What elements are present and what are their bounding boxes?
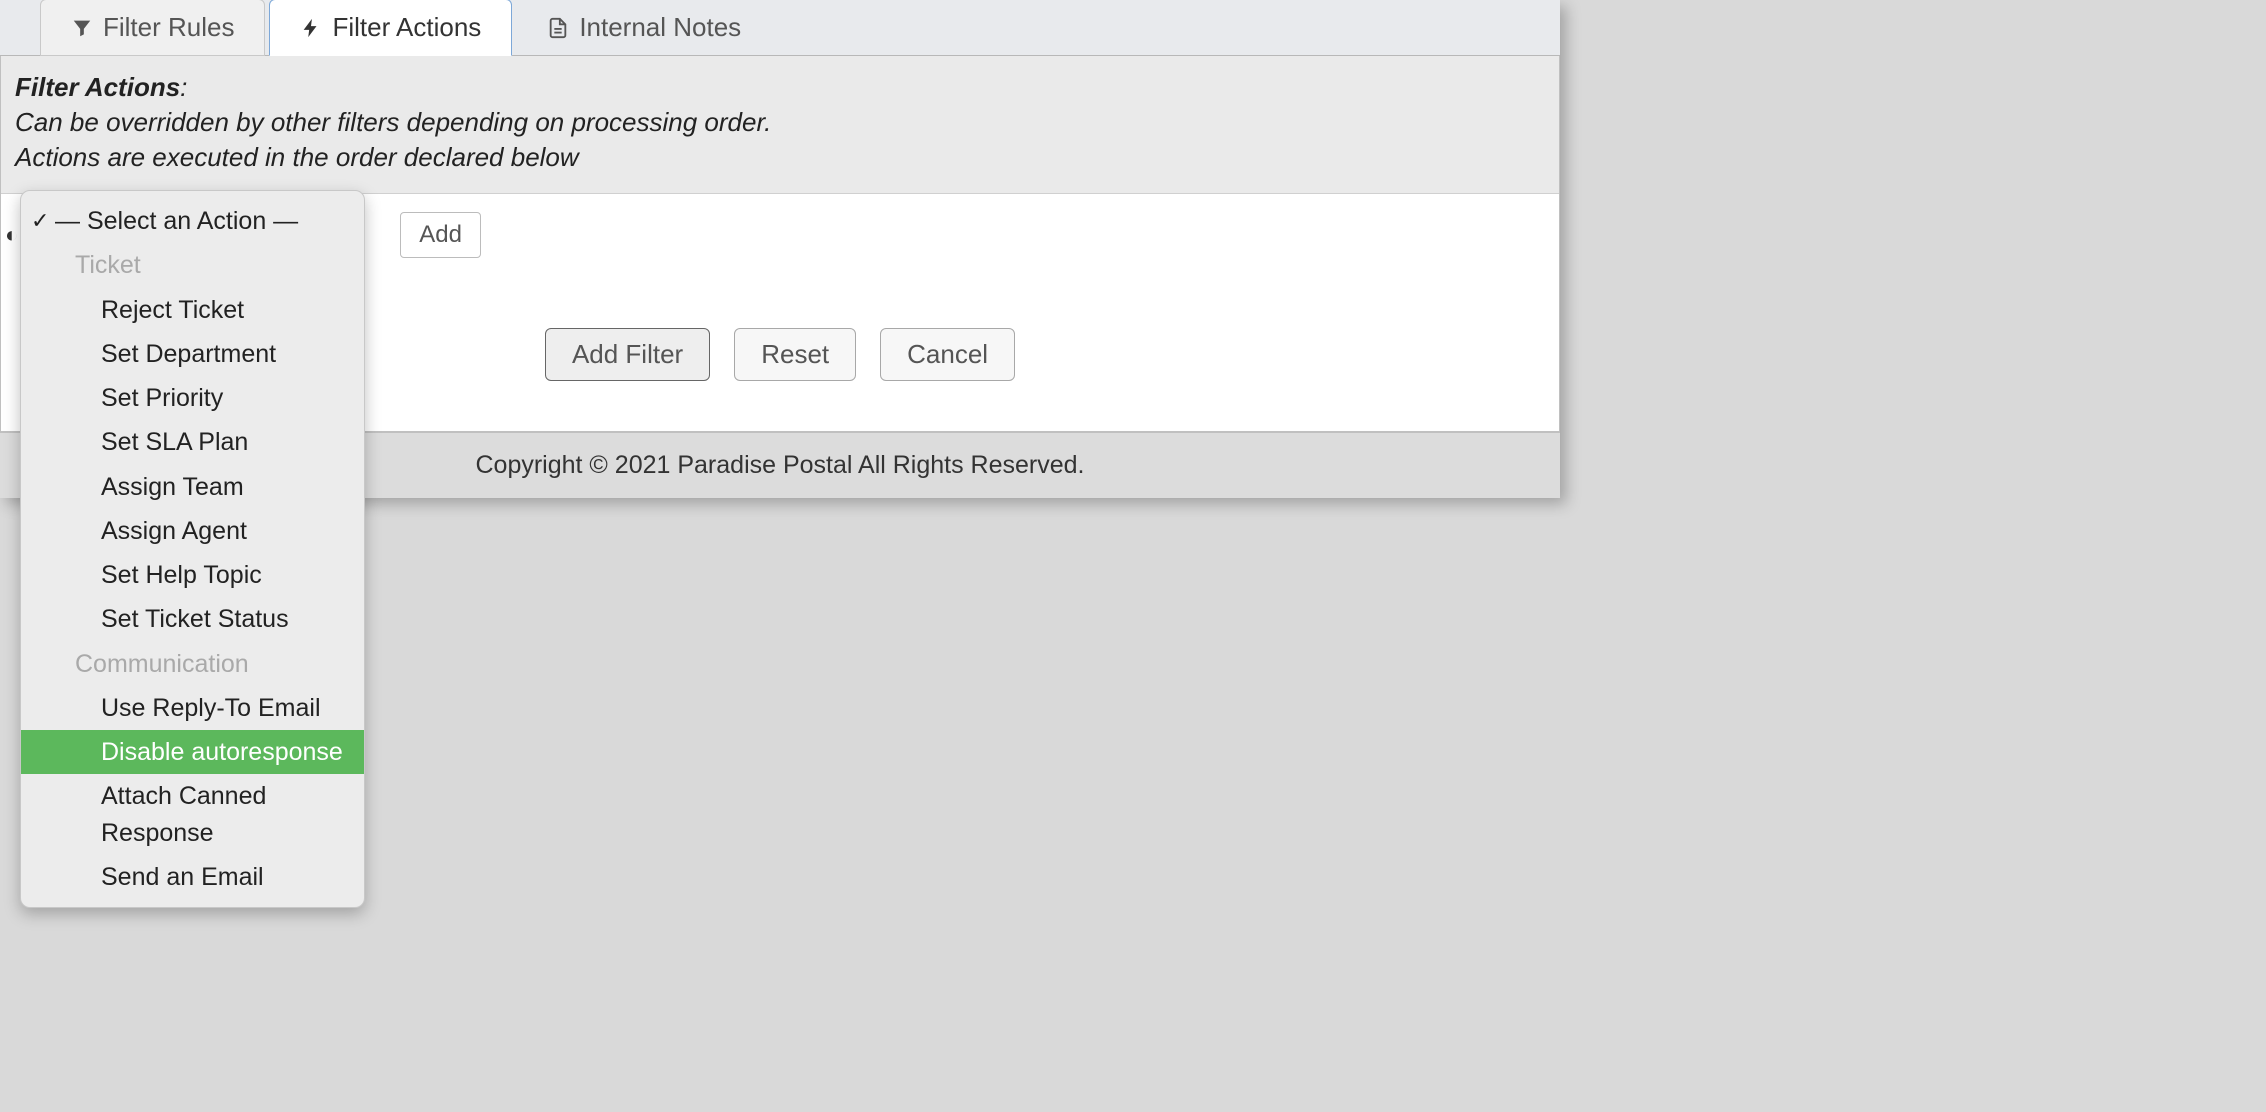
tab-label: Filter Rules xyxy=(103,12,234,43)
dropdown-option-assign-team[interactable]: Assign Team xyxy=(21,465,364,509)
add-button[interactable]: Add xyxy=(400,212,481,258)
description-line1: Can be overridden by other filters depen… xyxy=(15,107,771,137)
file-icon xyxy=(547,17,569,39)
description-box: Filter Actions: Can be overridden by oth… xyxy=(1,56,1559,194)
cancel-button[interactable]: Cancel xyxy=(880,328,1015,381)
tab-bar: Filter Rules Filter Actions Internal Not… xyxy=(0,0,1560,56)
dropdown-option-disable-autoresponse[interactable]: Disable autoresponse xyxy=(21,730,364,774)
reset-button[interactable]: Reset xyxy=(734,328,856,381)
dropdown-group-communication: Communication xyxy=(21,642,364,686)
dropdown-option-set-priority[interactable]: Set Priority xyxy=(21,376,364,420)
tab-label: Filter Actions xyxy=(332,12,481,43)
dropdown-option-set-ticket-status[interactable]: Set Ticket Status xyxy=(21,597,364,641)
bolt-icon xyxy=(300,17,322,39)
filter-icon xyxy=(71,17,93,39)
dropdown-option-attach-canned[interactable]: Attach Canned Response xyxy=(21,774,364,855)
tab-filter-actions[interactable]: Filter Actions xyxy=(269,0,512,56)
tab-label: Internal Notes xyxy=(579,12,741,43)
dropdown-group-ticket: Ticket xyxy=(21,243,364,287)
dropdown-option-assign-agent[interactable]: Assign Agent xyxy=(21,509,364,553)
dropdown-option-set-department[interactable]: Set Department xyxy=(21,332,364,376)
dropdown-option-set-sla-plan[interactable]: Set SLA Plan xyxy=(21,420,364,464)
action-select-dropdown[interactable]: — Select an Action — Ticket Reject Ticke… xyxy=(20,190,365,908)
drag-handle-icon[interactable]: ◐ xyxy=(5,222,18,248)
copyright-text: Copyright © 2021 Paradise Postal All Rig… xyxy=(475,451,1084,479)
dropdown-option-use-reply-to[interactable]: Use Reply-To Email xyxy=(21,686,364,730)
dropdown-option-set-help-topic[interactable]: Set Help Topic xyxy=(21,553,364,597)
dropdown-option-placeholder[interactable]: — Select an Action — xyxy=(21,199,364,243)
description-title: Filter Actions xyxy=(15,72,180,102)
tab-internal-notes[interactable]: Internal Notes xyxy=(516,0,772,56)
tab-filter-rules[interactable]: Filter Rules xyxy=(40,0,265,56)
dropdown-option-send-email[interactable]: Send an Email xyxy=(21,855,364,899)
description-line2: Actions are executed in the order declar… xyxy=(15,142,579,172)
dropdown-option-reject-ticket[interactable]: Reject Ticket xyxy=(21,288,364,332)
add-filter-button[interactable]: Add Filter xyxy=(545,328,710,381)
